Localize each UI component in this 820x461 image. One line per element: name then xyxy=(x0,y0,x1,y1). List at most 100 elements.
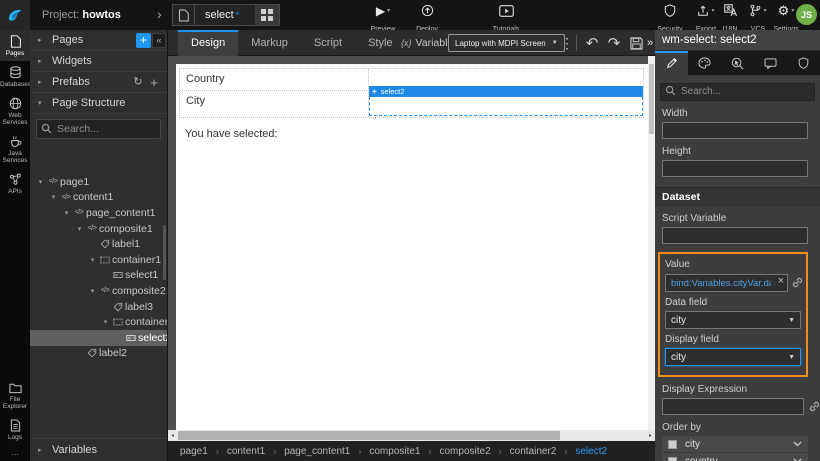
user-avatar[interactable]: JS xyxy=(796,4,817,25)
bind-icon[interactable] xyxy=(792,277,803,288)
caret-down-icon[interactable]: ▾ xyxy=(74,225,85,233)
breadcrumb-page1[interactable]: page1 xyxy=(180,446,208,457)
breadcrumb-container2[interactable]: container2 xyxy=(510,446,557,457)
expand-panel-icon[interactable]: » xyxy=(645,30,655,56)
breadcrumb-composite2[interactable]: composite2 xyxy=(440,446,491,457)
property-search-input[interactable] xyxy=(660,83,815,101)
tree-item-select1[interactable]: select1 xyxy=(30,268,167,284)
scroll-left-icon[interactable]: ◂ xyxy=(168,430,177,441)
chevron-right-icon: › xyxy=(273,446,276,456)
select2-widget-body[interactable] xyxy=(369,97,643,116)
scrollbar-thumb[interactable] xyxy=(649,64,654,134)
section-widgets[interactable]: ▸ Widgets xyxy=(30,51,167,72)
height-input[interactable] xyxy=(662,160,808,177)
canvas-vertical-scrollbar[interactable] xyxy=(648,56,655,430)
canvas-horizontal-scrollbar[interactable]: ◂ ▸ xyxy=(168,430,655,441)
tab-design[interactable]: Design xyxy=(178,30,238,56)
select2-widget[interactable]: + select2 xyxy=(369,86,643,116)
chevron-down-icon[interactable]: ▾ xyxy=(387,4,390,18)
breadcrumb-select2[interactable]: select2 xyxy=(575,446,607,457)
chevron-down-icon[interactable]: ▾ xyxy=(791,4,794,18)
breadcrumb-page_content1[interactable]: page_content1 xyxy=(284,446,350,457)
clear-value-icon[interactable]: × xyxy=(778,275,784,287)
order-by-option-country[interactable]: country xyxy=(662,453,808,461)
tab-style[interactable]: Style xyxy=(355,30,405,56)
tree-item-content1[interactable]: ▾ </> content1 xyxy=(30,190,167,206)
script-variable-input[interactable] xyxy=(662,227,808,244)
more-options-icon[interactable]: ⋮ xyxy=(560,30,574,56)
scroll-right-icon[interactable]: ▸ xyxy=(646,430,655,441)
caret-down-icon[interactable]: ▾ xyxy=(100,318,111,326)
value-input[interactable] xyxy=(665,274,788,292)
tree-item-select2[interactable]: select2 xyxy=(30,330,167,346)
refresh-icon[interactable]: ↻ xyxy=(131,75,145,90)
country-label[interactable]: Country xyxy=(186,73,225,85)
design-canvas[interactable]: Country City + select2 You have selected… xyxy=(168,56,655,430)
rail-item-java-services[interactable]: Java Services xyxy=(0,130,30,168)
undo-icon[interactable]: ↶ xyxy=(582,30,602,56)
tab-markup[interactable]: Markup xyxy=(238,30,301,56)
move-icon[interactable]: + xyxy=(372,87,377,96)
breadcrumb-content1[interactable]: content1 xyxy=(227,446,265,457)
rail-item-logs[interactable]: Logs xyxy=(0,414,30,445)
tree-item-label2[interactable]: label2 xyxy=(30,346,167,362)
rail-item-databases[interactable]: Databases xyxy=(0,61,30,92)
city-label[interactable]: City xyxy=(186,95,205,107)
composite-rows[interactable]: Country City + select2 xyxy=(179,68,644,118)
rail-item-apis[interactable]: APIs xyxy=(0,168,30,199)
caret-down-icon[interactable]: ▾ xyxy=(61,209,72,217)
select2-widget-header[interactable]: + select2 xyxy=(369,86,643,97)
section-prefabs[interactable]: ▸ Prefabs ↻ + xyxy=(30,72,167,93)
tree-item-label1[interactable]: label1 xyxy=(30,236,167,252)
save-icon[interactable] xyxy=(626,30,646,56)
section-page-structure[interactable]: ▾ Page Structure xyxy=(30,93,167,114)
tree-item-page_content1[interactable]: ▾ </> page_content1 xyxy=(30,205,167,221)
scrollbar-thumb[interactable] xyxy=(178,431,560,440)
tab-properties[interactable] xyxy=(655,51,688,75)
caret-down-icon[interactable]: ▾ xyxy=(48,193,59,201)
tree-search-input[interactable] xyxy=(36,119,161,139)
rail-item-pages[interactable]: Pages xyxy=(0,30,30,61)
section-variables[interactable]: ▸ Variables xyxy=(30,438,167,461)
data-field-select[interactable]: city ▼ xyxy=(665,311,801,329)
caret-down-icon[interactable]: ▾ xyxy=(87,287,98,295)
caret-down-icon[interactable]: ▾ xyxy=(35,178,46,186)
tab-styles[interactable] xyxy=(688,51,721,75)
rail-item-file-explorer[interactable]: File Explorer xyxy=(0,377,30,414)
device-selector[interactable]: Laptop with MDPI Screen ▼ xyxy=(448,34,565,52)
palette-icon xyxy=(698,57,711,69)
checkbox[interactable] xyxy=(668,457,677,461)
tree-item-label: label1 xyxy=(112,238,140,250)
caret-down-icon[interactable]: ▾ xyxy=(87,256,98,264)
tree-scrollbar[interactable] xyxy=(163,225,166,280)
tree-item-container2[interactable]: ▾ container2 xyxy=(30,314,167,330)
collapse-panel-button[interactable]: « xyxy=(152,33,166,48)
chevron-down-icon[interactable] xyxy=(793,441,802,447)
tree-item-composite2[interactable]: ▾ </> composite2 xyxy=(30,283,167,299)
overflow-icon[interactable]: ⋯ xyxy=(0,450,30,459)
section-pages[interactable]: ▸ Pages + « xyxy=(30,30,167,51)
tree-item-container1[interactable]: ▾ container1 xyxy=(30,252,167,268)
redo-icon[interactable]: ↷ xyxy=(604,30,624,56)
order-by-option-city[interactable]: city xyxy=(662,436,808,453)
page-preview[interactable]: Country City + select2 You have selected… xyxy=(176,64,648,430)
bind-icon[interactable] xyxy=(809,401,820,412)
tree-item-page1[interactable]: ▾ </> page1 xyxy=(30,174,167,190)
add-prefab-button[interactable]: + xyxy=(147,75,161,90)
width-input[interactable] xyxy=(662,122,808,139)
tree-item-composite1[interactable]: ▾ </> composite1 xyxy=(30,221,167,237)
display-expression-input[interactable] xyxy=(662,398,804,415)
add-page-button[interactable]: + xyxy=(136,33,151,48)
checkbox[interactable] xyxy=(668,440,677,449)
page-switcher-icon[interactable] xyxy=(255,5,279,25)
tab-security[interactable] xyxy=(787,51,820,75)
tab-script[interactable]: Script xyxy=(301,30,355,56)
tab-messages[interactable] xyxy=(754,51,787,75)
tree-item-label3[interactable]: label3 xyxy=(30,299,167,315)
tab-events[interactable] xyxy=(721,51,754,75)
rail-item-web-services[interactable]: Web Services xyxy=(0,92,30,130)
open-page-tab[interactable]: select * xyxy=(172,4,280,26)
breadcrumb-composite1[interactable]: composite1 xyxy=(369,446,420,457)
display-field-select[interactable]: city ▼ xyxy=(665,348,801,366)
wavemaker-logo-icon[interactable] xyxy=(0,0,30,30)
